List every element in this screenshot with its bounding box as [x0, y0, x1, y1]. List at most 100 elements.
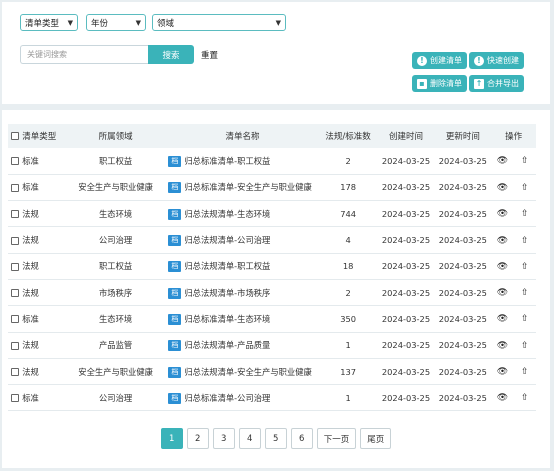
year-select[interactable]: 年份 ▼ [86, 14, 146, 31]
row-checkbox[interactable] [11, 368, 20, 377]
search-button[interactable]: 搜索 [148, 45, 194, 64]
list-table: 清单类型 所属领域 清单名称 法规/标准数 创建时间 更新时间 操作 标准 职工权… [8, 124, 536, 411]
row-updated: 2024-03-25 [438, 313, 487, 324]
export-icon[interactable]: ⇧ [519, 393, 531, 403]
export-icon[interactable]: ⇧ [519, 341, 531, 351]
row-created: 2024-03-25 [381, 261, 431, 272]
row-type: 标准 [22, 182, 39, 193]
reset-button[interactable]: 重置 [201, 49, 218, 61]
document-badge-icon: 档 [168, 261, 182, 273]
document-badge-icon: 档 [168, 182, 182, 194]
row-type: 法规 [22, 366, 39, 377]
header-domain: 所属领域 [98, 132, 133, 142]
export-icon[interactable]: ⇧ [519, 367, 531, 377]
merge-export-button[interactable]: ↑ 合并导出 [469, 75, 524, 92]
row-name-link[interactable]: 归总标准清单-职工权益 [184, 156, 270, 166]
row-type: 标准 [22, 313, 39, 324]
pagination: 1 2 3 4 5 6 下一页 尾页 [2, 428, 550, 449]
search-input[interactable]: 关键词搜索 [20, 45, 148, 64]
export-icon: ↑ [474, 78, 484, 89]
domain-select[interactable]: 领域 ▼ [152, 14, 286, 31]
row-count: 137 [340, 366, 357, 377]
eye-icon[interactable]: 👁︎ [496, 262, 508, 272]
table-row: 法规 公司治理 档归总法规清单-公司治理 4 2024-03-25 2024-03-25 👁… [8, 227, 536, 254]
row-type: 标准 [22, 392, 39, 403]
page-button-3[interactable]: 3 [212, 428, 235, 449]
row-type: 法规 [22, 208, 39, 219]
row-domain: 职工权益 [99, 261, 133, 272]
list-type-select[interactable]: 清单类型 ▼ [20, 14, 78, 31]
export-icon[interactable]: ⇧ [519, 156, 531, 166]
document-badge-icon: 档 [168, 366, 182, 378]
export-icon[interactable]: ⇧ [519, 209, 531, 219]
eye-icon[interactable]: 👁︎ [496, 236, 508, 246]
row-checkbox[interactable] [11, 262, 20, 271]
eye-icon[interactable]: 👁︎ [496, 288, 508, 298]
page-button-5[interactable]: 5 [264, 428, 287, 449]
eye-icon[interactable]: 👁︎ [496, 393, 508, 403]
row-updated: 2024-03-25 [438, 366, 487, 377]
row-name-link[interactable]: 归总法规清单-安全生产与职业健康 [184, 367, 311, 377]
page-button-2[interactable]: 2 [186, 428, 209, 449]
row-count: 350 [340, 313, 357, 324]
table-row: 法规 市场秩序 档归总法规清单-市场秩序 2 2024-03-25 2024-03-25 👁… [8, 279, 536, 306]
row-name-link[interactable]: 归总法规清单-公司治理 [184, 235, 270, 245]
table-row: 法规 安全生产与职业健康 档归总法规清单-安全生产与职业健康 137 2024-03-2… [8, 358, 536, 385]
row-checkbox[interactable] [11, 289, 20, 298]
row-count: 1 [345, 340, 351, 351]
page-button-6[interactable]: 6 [290, 428, 313, 449]
eye-icon[interactable]: 👁︎ [496, 367, 508, 377]
row-checkbox[interactable] [11, 157, 20, 166]
export-icon[interactable]: ⇧ [519, 262, 531, 272]
row-name-link[interactable]: 归总标准清单-安全生产与职业健康 [184, 182, 311, 192]
document-badge-icon: 档 [168, 235, 182, 247]
row-name-link[interactable]: 归总法规清单-产品质量 [184, 340, 270, 350]
row-created: 2024-03-25 [381, 155, 431, 166]
quick-create-label: 快速创建 [487, 56, 519, 65]
delete-list-button[interactable]: ▪ 删除清单 [412, 75, 467, 92]
row-checkbox[interactable] [11, 341, 20, 350]
export-icon[interactable]: ⇧ [519, 314, 531, 324]
export-icon[interactable]: ⇧ [519, 183, 531, 193]
row-name-link[interactable]: 归总法规清单-市场秩序 [184, 288, 270, 298]
row-checkbox[interactable] [11, 210, 20, 219]
row-count: 744 [340, 208, 357, 219]
row-name-cell: 档归总法规清单-安全生产与职业健康 [166, 358, 318, 384]
export-icon[interactable]: ⇧ [519, 288, 531, 298]
last-page-button[interactable]: 尾页 [360, 428, 392, 449]
row-name-link[interactable]: 归总法规清单-职工权益 [184, 261, 270, 271]
eye-icon[interactable]: 👁︎ [496, 183, 508, 193]
merge-export-label: 合并导出 [487, 79, 519, 88]
row-checkbox[interactable] [11, 183, 20, 192]
row-name-link[interactable]: 归总标准清单-生态环境 [184, 314, 270, 324]
eye-icon[interactable]: 👁︎ [496, 341, 508, 351]
table-row: 标准 生态环境 档归总标准清单-生态环境 350 2024-03-25 2024-03-2… [8, 306, 536, 333]
page-button-1[interactable]: 1 [160, 428, 183, 449]
row-checkbox[interactable] [11, 394, 20, 403]
export-icon[interactable]: ⇧ [519, 236, 531, 246]
table-row: 法规 生态环境 档归总法规清单-生态环境 744 2024-03-25 2024-03-2… [8, 201, 536, 227]
page-button-4[interactable]: 4 [238, 428, 261, 449]
row-count: 178 [340, 182, 357, 193]
eye-icon[interactable]: 👁︎ [496, 314, 508, 324]
next-page-button[interactable]: 下一页 [316, 428, 357, 449]
row-checkbox[interactable] [11, 236, 20, 245]
trash-icon: ▪ [417, 78, 427, 89]
row-checkbox[interactable] [11, 315, 20, 324]
row-name-link[interactable]: 归总法规清单-生态环境 [184, 209, 270, 219]
row-domain: 安全生产与职业健康 [78, 366, 153, 377]
quick-create-button[interactable]: ! 快速创建 [469, 52, 524, 69]
chevron-down-icon: ▼ [275, 18, 281, 27]
row-name-link[interactable]: 归总标准清单-公司治理 [184, 393, 270, 403]
row-type: 标准 [22, 155, 39, 166]
eye-icon[interactable]: 👁︎ [496, 156, 508, 166]
eye-icon[interactable]: 👁︎ [496, 209, 508, 219]
document-badge-icon: 档 [168, 208, 182, 220]
row-created: 2024-03-25 [381, 287, 431, 298]
row-domain: 生态环境 [99, 313, 133, 324]
select-all-checkbox[interactable] [11, 131, 20, 140]
create-list-button[interactable]: ! 创建清单 [412, 52, 467, 69]
row-created: 2024-03-25 [381, 208, 431, 219]
chevron-down-icon: ▼ [67, 18, 73, 27]
row-created: 2024-03-25 [381, 235, 431, 246]
